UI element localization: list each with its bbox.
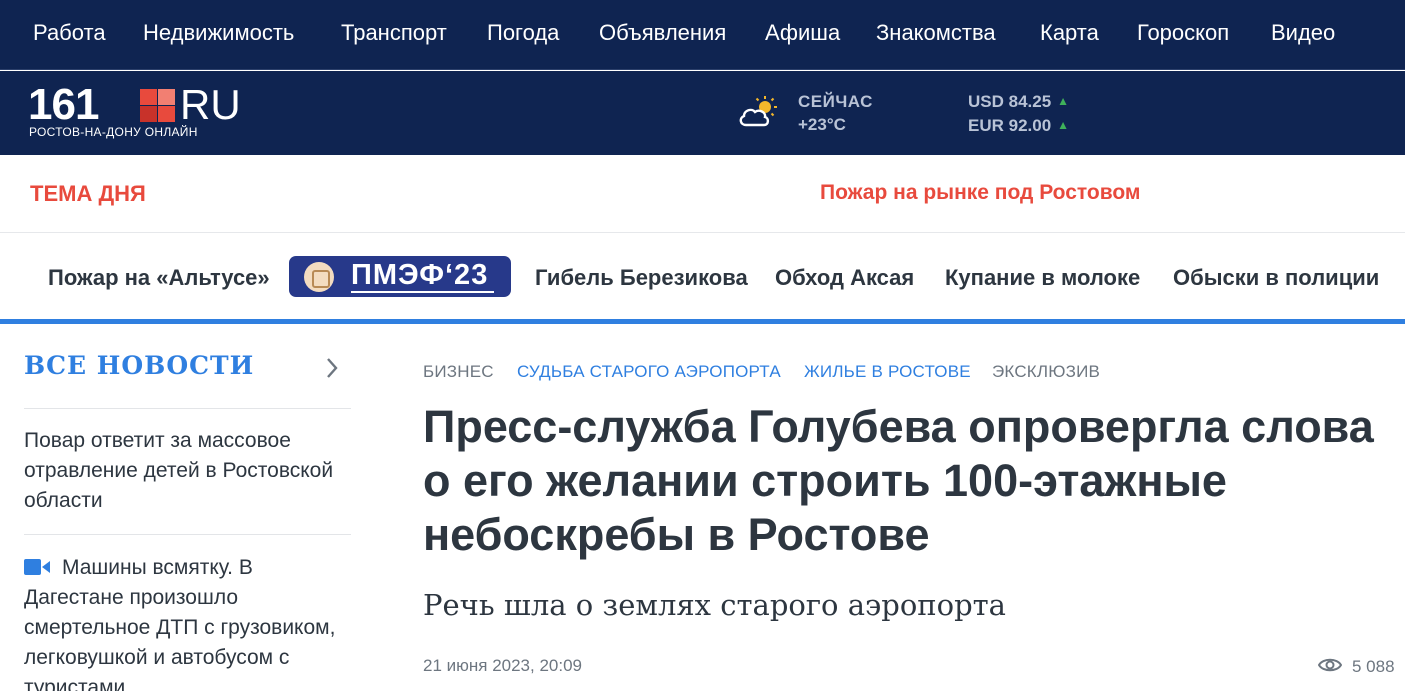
nav-item-transport[interactable]: Транспорт xyxy=(341,20,447,46)
pmef-label: ПМЭФ‘23 xyxy=(351,259,489,291)
sidebar-news-item[interactable]: Повар ответит за массовое отравление дет… xyxy=(24,426,344,516)
nav-item-goroskop[interactable]: Гороскоп xyxy=(1137,20,1229,46)
rubric-link[interactable]: ЖИЛЬЕ В РОСТОВЕ xyxy=(804,362,971,382)
nav-item-video[interactable]: Видео xyxy=(1271,20,1335,46)
nav-item-rabota[interactable]: Работа xyxy=(33,20,106,46)
news-sidebar: ВСЕ НОВОСТИ Повар ответит за массовое от… xyxy=(24,324,352,691)
nav-item-znakomstva[interactable]: Знакомства xyxy=(876,20,996,46)
eur-rate[interactable]: EUR 92.00 ▲ xyxy=(968,116,1069,136)
all-news-link[interactable]: ВСЕ НОВОСТИ xyxy=(24,351,254,380)
usd-rate[interactable]: USD 84.25 ▲ xyxy=(968,92,1069,112)
usd-rate-value: USD 84.25 xyxy=(968,92,1052,111)
article-subtitle: Речь шла о землях старого аэропорта xyxy=(423,588,1006,622)
article-headline: Пресс-служба Голубева опровергла слова о… xyxy=(423,401,1374,560)
sidebar-news-item[interactable]: Машины всмятку. В Дагестане произошло см… xyxy=(24,553,344,691)
weather-label: СЕЙЧАС xyxy=(798,92,873,111)
eur-rate-value: EUR 92.00 xyxy=(968,116,1052,135)
pmef-underline xyxy=(351,291,494,293)
tag-link[interactable]: Пожар на «Альтусе» xyxy=(48,265,270,291)
tag-link[interactable]: Обход Аксая xyxy=(775,265,914,291)
logo-number: 161 xyxy=(28,80,99,129)
topic-of-day-label: ТЕМА ДНЯ xyxy=(30,181,146,206)
pmef-promo-button[interactable]: ПМЭФ‘23 xyxy=(289,256,511,297)
sidebar-news-text: Машины всмятку. В Дагестане произошло см… xyxy=(24,556,336,691)
trend-up-icon: ▲ xyxy=(1057,118,1070,132)
video-camera-icon xyxy=(24,554,50,575)
pmef-emblem-icon xyxy=(304,262,334,292)
rubric-link[interactable]: СУДЬБА СТАРОГО АЭРОПОРТА xyxy=(517,362,781,382)
tag-link[interactable]: Гибель Березикова xyxy=(535,265,748,291)
views-count: 5 088 xyxy=(1352,657,1395,676)
nav-item-obyavleniya[interactable]: Объявления xyxy=(599,20,726,46)
site-header: 161 RU РОСТОВ-НА-ДОНУ ОНЛАЙН СЕЙЧАС +23°… xyxy=(0,71,1405,155)
nav-item-afisha[interactable]: Афиша xyxy=(765,20,840,46)
logo-square-mark xyxy=(140,89,176,123)
nav-item-nedvizhimost[interactable]: Недвижимость xyxy=(143,20,294,46)
tag-link[interactable]: Обыски в полиции xyxy=(1173,265,1379,291)
partly-cloudy-icon[interactable] xyxy=(738,95,778,129)
weather-temperature: +23°C xyxy=(798,115,846,134)
trend-up-icon: ▲ xyxy=(1057,94,1070,108)
rubric-link[interactable]: ЭКСКЛЮЗИВ xyxy=(992,362,1100,382)
chevron-right-icon[interactable] xyxy=(324,356,340,380)
topic-of-day-link[interactable]: Пожар на рынке под Ростовом xyxy=(820,181,1140,205)
nav-item-karta[interactable]: Карта xyxy=(1040,20,1099,46)
topic-of-day: ТЕМА ДНЯ Пожар на рынке под Ростовом xyxy=(0,155,1405,233)
site-logo[interactable]: 161 RU РОСТОВ-НА-ДОНУ ОНЛАЙН xyxy=(28,80,253,141)
divider xyxy=(24,408,351,409)
top-navigation: Работа Недвижимость Транспорт Погода Объ… xyxy=(0,0,1405,70)
logo-subtitle: РОСТОВ-НА-ДОНУ ОНЛАЙН xyxy=(29,125,198,139)
divider xyxy=(24,534,351,535)
hot-tags-bar: Пожар на «Альтусе» ПМЭФ‘23 Гибель Берези… xyxy=(0,234,1405,320)
nav-item-pogoda[interactable]: Погода xyxy=(487,20,559,46)
rubric-link[interactable]: БИЗНЕС xyxy=(423,362,494,382)
logo-domain: RU xyxy=(180,81,241,128)
view-counter: 5 088 xyxy=(1318,654,1398,678)
eye-icon xyxy=(1318,658,1342,672)
article-date: 21 июня 2023, 20:09 xyxy=(423,656,583,675)
tag-link[interactable]: Купание в молоке xyxy=(945,265,1140,291)
